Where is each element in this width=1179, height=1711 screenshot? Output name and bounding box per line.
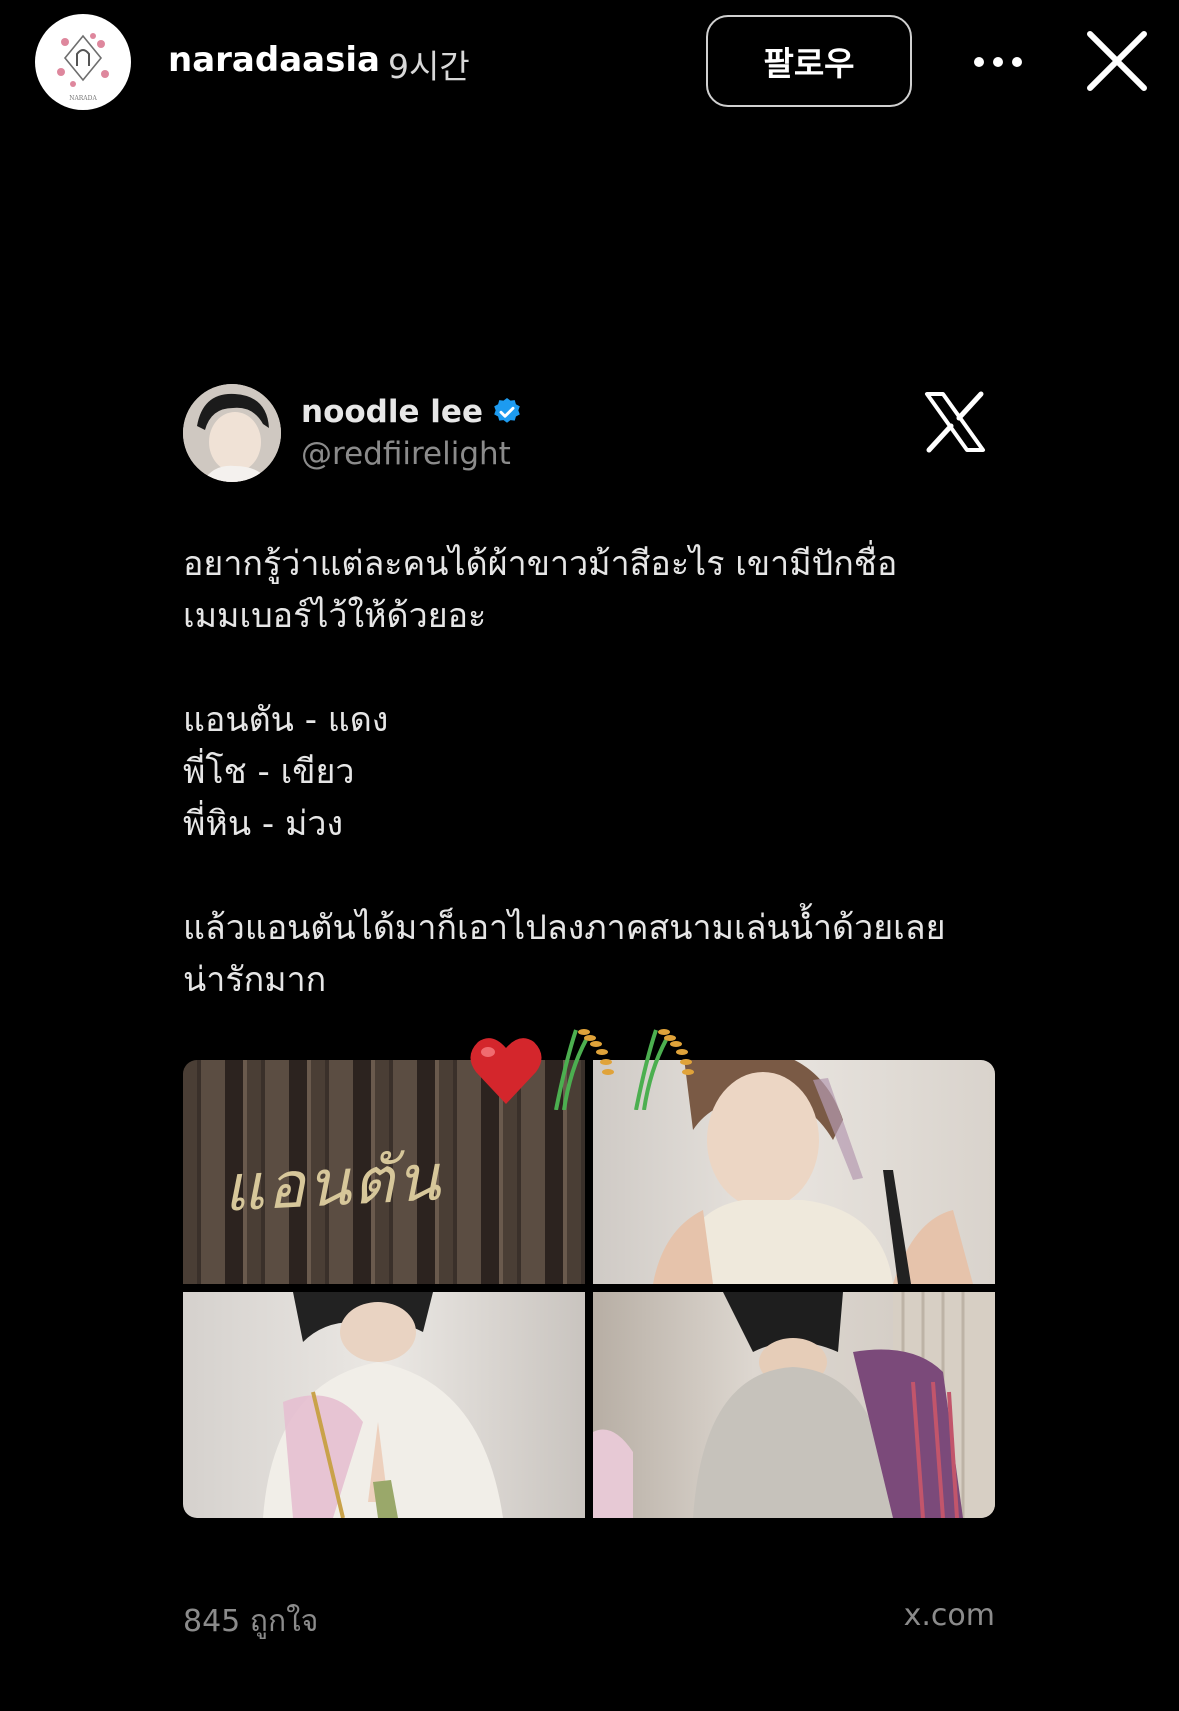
rice-sheaf-icon <box>554 1029 614 1110</box>
tweet-like-count: 845 ถูกใจ <box>183 1604 319 1639</box>
more-horizontal-icon <box>974 57 1022 67</box>
close-button[interactable] <box>1082 26 1152 96</box>
more-options-button[interactable] <box>968 40 1028 84</box>
story-header: NARADA naradaasia 9시간 팔로우 <box>0 0 1179 130</box>
person-with-scarf-photo[interactable] <box>593 1292 995 1518</box>
tweet-emoji <box>466 1029 706 1110</box>
tweet-text-line: แล้วแอนตันได้มาก็เอาไปลงภาคสนามเล่นน้ำด้… <box>183 908 946 948</box>
profile-avatar[interactable]: NARADA <box>35 14 131 110</box>
tweet-author-handle[interactable]: @redfiirelight <box>301 436 511 472</box>
verified-badge-icon <box>494 398 520 423</box>
tweet-text-line: พี่โช - เขียว <box>183 752 355 792</box>
tweet-text-line: อยากรู้ว่าแต่ละคนได้ผ้าขาวม้าสีอะไร เขาม… <box>183 544 898 584</box>
story-username[interactable]: naradaasia <box>168 40 380 80</box>
close-icon <box>1087 31 1147 91</box>
x-logo-icon[interactable] <box>923 390 987 454</box>
follow-button[interactable]: 팔로우 <box>706 15 912 107</box>
tweet-author-row: noodle lee <box>301 394 523 430</box>
embroidered-name: แอนตัน <box>221 1141 444 1227</box>
tweet-text-line: แอนตัน - แดง <box>183 700 389 740</box>
tweet-text-line: เมมเบอร์ไว้ให้ด้วยอะ <box>183 596 487 636</box>
person-wai-photo[interactable] <box>183 1292 585 1518</box>
tweet-author-name[interactable]: noodle lee <box>301 394 483 430</box>
svg-text:NARADA: NARADA <box>69 95 97 102</box>
narada-logo-icon: NARADA <box>36 15 130 109</box>
tweet-text-line: พี่หิน - ม่วง <box>183 804 344 844</box>
tweet-author-avatar[interactable] <box>183 384 281 482</box>
tweet-image-grid[interactable]: แอนตัน <box>183 1060 995 1518</box>
red-heart-icon <box>470 1038 542 1104</box>
story-time: 9시간 <box>388 47 470 86</box>
rice-sheaf-icon <box>634 1029 694 1110</box>
tweet-source-link[interactable]: x.com <box>904 1598 995 1633</box>
tweet-text-line: น่ารักมาก <box>183 960 327 1000</box>
tweet-text: อยากรู้ว่าแต่ละคนได้ผ้าขาวม้าสีอะไร เขาม… <box>183 538 995 1006</box>
